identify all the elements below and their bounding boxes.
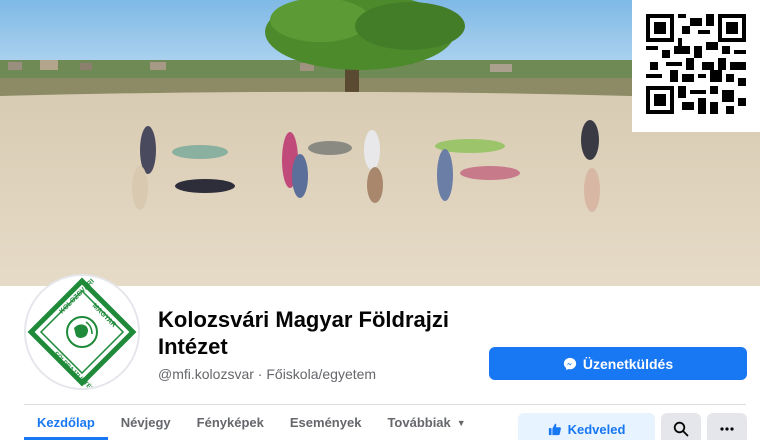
thumbs-up-icon [548,423,561,436]
tab-home[interactable]: Kezdőlap [24,405,108,440]
page-category[interactable]: Főiskola/egyetem [266,366,376,382]
profile-logo[interactable]: KOLOZSVÁRI MAGYAR FÖLDRAJZI INTÉZET [24,274,140,390]
like-button-label: Kedveled [567,421,626,437]
more-icon [720,427,734,431]
search-button[interactable] [661,413,701,440]
tab-events-label: Események [289,415,362,430]
tab-about[interactable]: Névjegy [121,405,171,440]
more-button[interactable] [707,413,747,440]
search-icon [673,421,689,437]
tab-photos[interactable]: Fényképek [197,405,264,440]
caret-down-icon: ▼ [456,417,466,428]
page-subtitle: @mfi.kolozsvar · Főiskola/egyetem [158,366,376,382]
tab-events[interactable]: Események [290,405,362,440]
tab-more[interactable]: Továbbiak ▼ [387,405,465,440]
message-button[interactable]: Üzenetküldés [489,347,747,380]
page-handle[interactable]: @mfi.kolozsvar [158,366,254,382]
facebook-page-header: KOLOZSVÁRI MAGYAR FÖLDRAJZI INTÉZET Kolo… [0,0,760,440]
message-button-label: Üzenetküldés [582,355,674,372]
page-title: Kolozsvári Magyar Földrajzi Intézet [158,307,449,359]
messenger-icon [563,357,576,370]
subtitle-separator: · [253,366,267,382]
tab-photos-label: Fényképek [196,415,264,430]
tab-home-label: Kezdőlap [37,415,95,430]
like-button[interactable]: Kedveled [518,413,655,440]
qr-code [632,0,760,132]
tab-more-label: Továbbiak [387,415,451,430]
page-tabs: Kezdőlap Névjegy Fényképek Események Tov… [24,405,492,440]
tab-about-label: Névjegy [120,415,171,430]
